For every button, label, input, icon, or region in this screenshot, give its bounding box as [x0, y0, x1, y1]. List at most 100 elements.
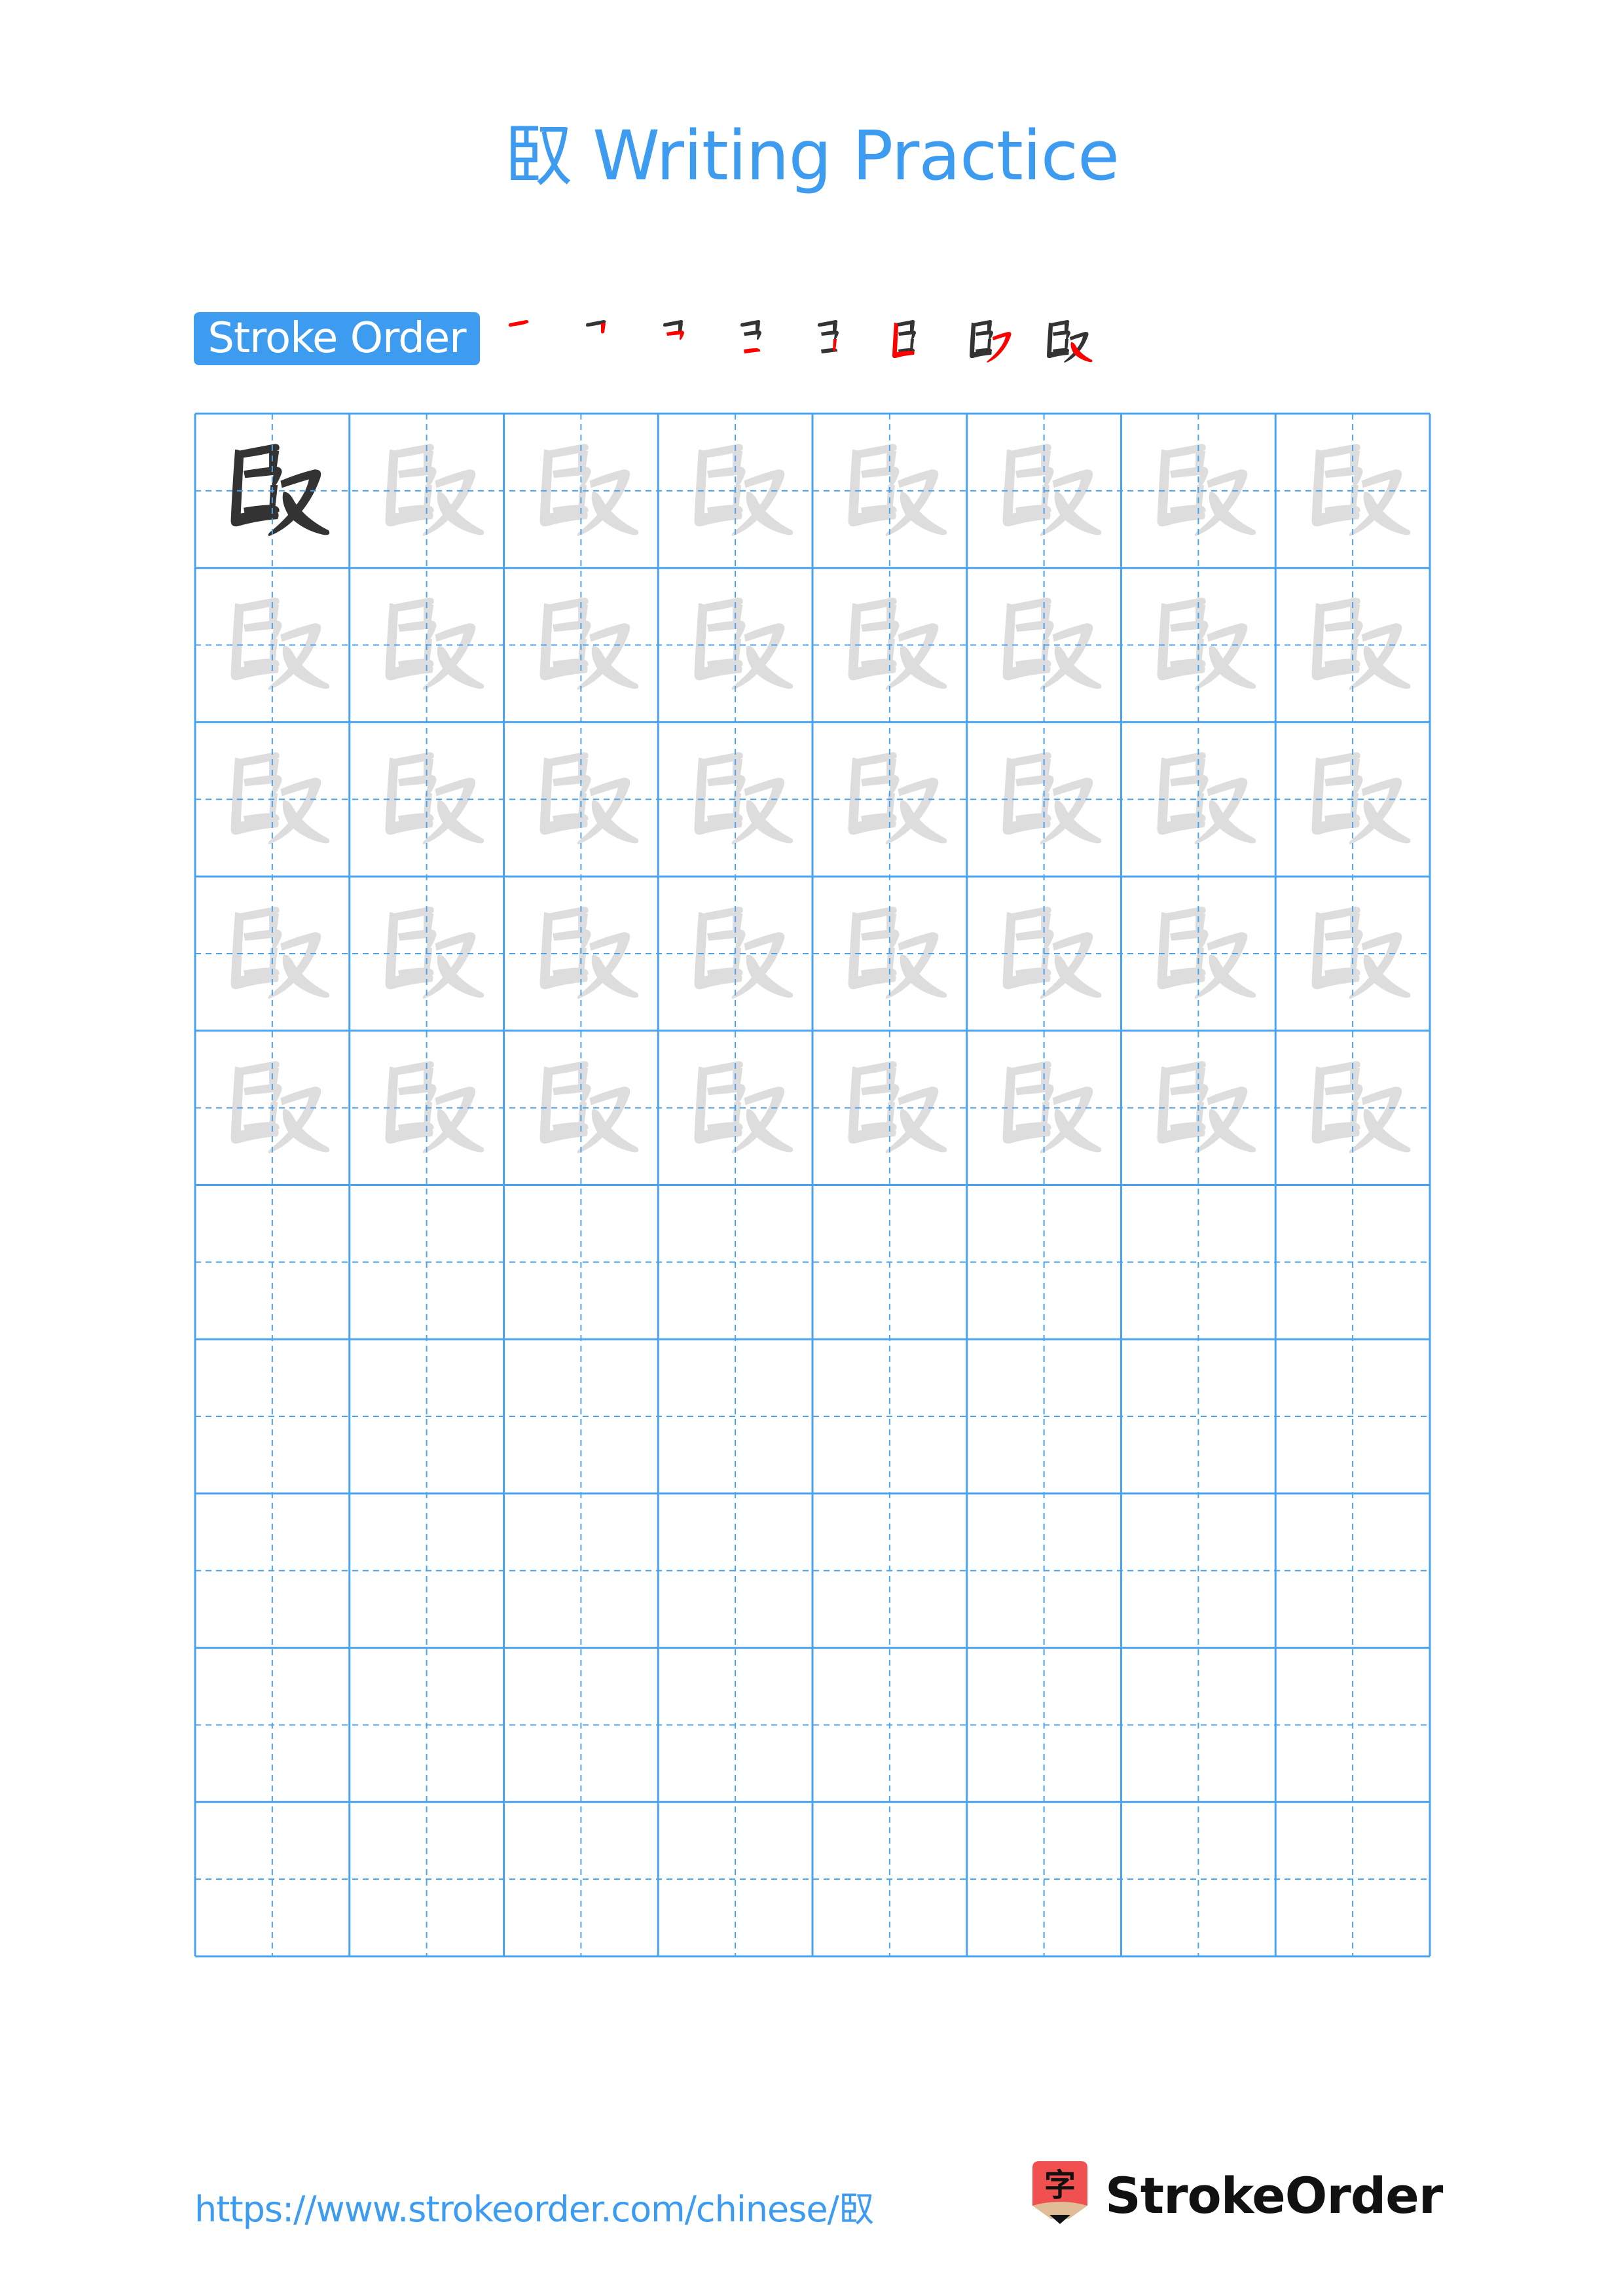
practice-cell-blank[interactable]: [812, 1339, 967, 1494]
practice-cell-blank[interactable]: [1275, 1339, 1430, 1494]
practice-cell-trace[interactable]: [1122, 414, 1276, 568]
practice-cell-blank[interactable]: [967, 1185, 1122, 1340]
stroke-3: [398, 929, 437, 950]
practice-cell-blank[interactable]: [658, 1648, 812, 1803]
practice-cell-blank[interactable]: [1275, 1802, 1430, 1956]
practice-cell-trace[interactable]: [967, 568, 1122, 723]
practice-cell-blank[interactable]: [504, 1185, 659, 1340]
stroke-3: [1324, 1083, 1363, 1104]
stroke-step-2: [570, 308, 635, 373]
practice-cell-trace[interactable]: [658, 722, 812, 876]
practice-cell-trace[interactable]: [1275, 876, 1430, 1031]
practice-cell-blank[interactable]: [1275, 1185, 1430, 1340]
practice-cell-blank[interactable]: [350, 1648, 504, 1803]
practice-cell-blank[interactable]: [967, 1339, 1122, 1494]
practice-cell-trace[interactable]: [1122, 722, 1276, 876]
practice-cell-trace[interactable]: [1122, 568, 1276, 723]
practice-cell-blank[interactable]: [1122, 1648, 1276, 1803]
practice-cell-blank[interactable]: [504, 1648, 659, 1803]
practice-cell-blank[interactable]: [350, 1494, 504, 1648]
practice-cell-trace[interactable]: [812, 568, 967, 723]
practice-cell-blank[interactable]: [658, 1339, 812, 1494]
practice-cell-trace[interactable]: [1275, 1031, 1430, 1185]
practice-cell-blank[interactable]: [1122, 1185, 1276, 1340]
stroke-2: [601, 323, 606, 334]
practice-cell-blank[interactable]: [350, 1185, 504, 1340]
practice-cell-trace[interactable]: [967, 876, 1122, 1031]
practice-cell-trace[interactable]: [350, 876, 504, 1031]
footer-url-link[interactable]: https://www.strokeorder.com/chinese/臤: [194, 2183, 874, 2236]
practice-cell-blank[interactable]: [350, 1802, 504, 1956]
practice-cell-blank[interactable]: [1122, 1339, 1276, 1494]
practice-cell-blank[interactable]: [1122, 1494, 1276, 1648]
practice-cell-trace[interactable]: [1275, 568, 1430, 723]
practice-cell-trace[interactable]: [504, 1031, 659, 1185]
practice-cell-trace[interactable]: [350, 1031, 504, 1185]
trace-character: [385, 752, 484, 845]
stroke-3: [1324, 774, 1363, 795]
practice-cell-trace[interactable]: [195, 876, 350, 1031]
practice-cell-trace[interactable]: [195, 1031, 350, 1185]
practice-cell-trace[interactable]: [1122, 876, 1276, 1031]
practice-cell-blank[interactable]: [658, 1802, 812, 1956]
practice-cell-trace[interactable]: [812, 414, 967, 568]
practice-cell-trace[interactable]: [658, 876, 812, 1031]
stroke-3: [1324, 929, 1363, 950]
stroke-3: [552, 929, 591, 950]
practice-cell-trace[interactable]: [658, 1031, 812, 1185]
practice-cell-blank[interactable]: [1275, 1648, 1430, 1803]
practice-cell-trace[interactable]: [1275, 722, 1430, 876]
stroke-3: [861, 620, 900, 641]
trace-character: [694, 1060, 793, 1153]
practice-cell-trace[interactable]: [967, 414, 1122, 568]
practice-cell-blank[interactable]: [195, 1185, 350, 1340]
practice-cell-trace[interactable]: [1275, 414, 1430, 568]
practice-cell-blank[interactable]: [812, 1648, 967, 1803]
practice-cell-model[interactable]: [195, 414, 350, 568]
practice-cell-blank[interactable]: [967, 1648, 1122, 1803]
trace-character: [1002, 1060, 1102, 1153]
practice-cell-trace[interactable]: [195, 722, 350, 876]
practice-cell-trace[interactable]: [658, 568, 812, 723]
practice-cell-trace[interactable]: [504, 722, 659, 876]
practice-cell-trace[interactable]: [812, 722, 967, 876]
practice-cell-blank[interactable]: [195, 1339, 350, 1494]
practice-cell-trace[interactable]: [504, 568, 659, 723]
practice-cell-blank[interactable]: [658, 1185, 812, 1340]
practice-cell-trace[interactable]: [350, 414, 504, 568]
practice-cell-blank[interactable]: [812, 1802, 967, 1956]
practice-cell-blank[interactable]: [504, 1494, 659, 1648]
practice-cell-trace[interactable]: [195, 568, 350, 723]
practice-cell-blank[interactable]: [812, 1185, 967, 1340]
practice-cell-blank[interactable]: [1275, 1494, 1430, 1648]
practice-cell-blank[interactable]: [812, 1494, 967, 1648]
practice-cell-blank[interactable]: [350, 1339, 504, 1494]
strokeorder-logo[interactable]: 字 StrokeOrder: [1030, 2160, 1462, 2232]
practice-cell-blank[interactable]: [1122, 1802, 1276, 1956]
stroke-3: [861, 1083, 900, 1104]
practice-cell-blank[interactable]: [967, 1494, 1122, 1648]
practice-cell-blank[interactable]: [504, 1802, 659, 1956]
practice-cell-blank[interactable]: [195, 1802, 350, 1956]
trace-character: [848, 443, 947, 536]
practice-cell-trace[interactable]: [504, 876, 659, 1031]
stroke-step-glyph: [585, 320, 606, 334]
practice-cell-trace[interactable]: [1122, 1031, 1276, 1185]
stroke-3: [861, 929, 900, 950]
practice-cell-trace[interactable]: [812, 876, 967, 1031]
stroke-3: [398, 620, 437, 641]
practice-cell-trace[interactable]: [658, 414, 812, 568]
practice-cell-trace[interactable]: [967, 1031, 1122, 1185]
practice-cell-blank[interactable]: [504, 1339, 659, 1494]
practice-cell-blank[interactable]: [195, 1648, 350, 1803]
practice-cell-trace[interactable]: [350, 568, 504, 723]
stroke-4: [744, 348, 761, 353]
practice-cell-trace[interactable]: [812, 1031, 967, 1185]
practice-cell-trace[interactable]: [350, 722, 504, 876]
practice-cell-trace[interactable]: [504, 414, 659, 568]
practice-cell-blank[interactable]: [195, 1494, 350, 1648]
practice-cell-blank[interactable]: [967, 1802, 1122, 1956]
trace-character: [1157, 906, 1256, 999]
practice-cell-blank[interactable]: [658, 1494, 812, 1648]
practice-cell-trace[interactable]: [967, 722, 1122, 876]
